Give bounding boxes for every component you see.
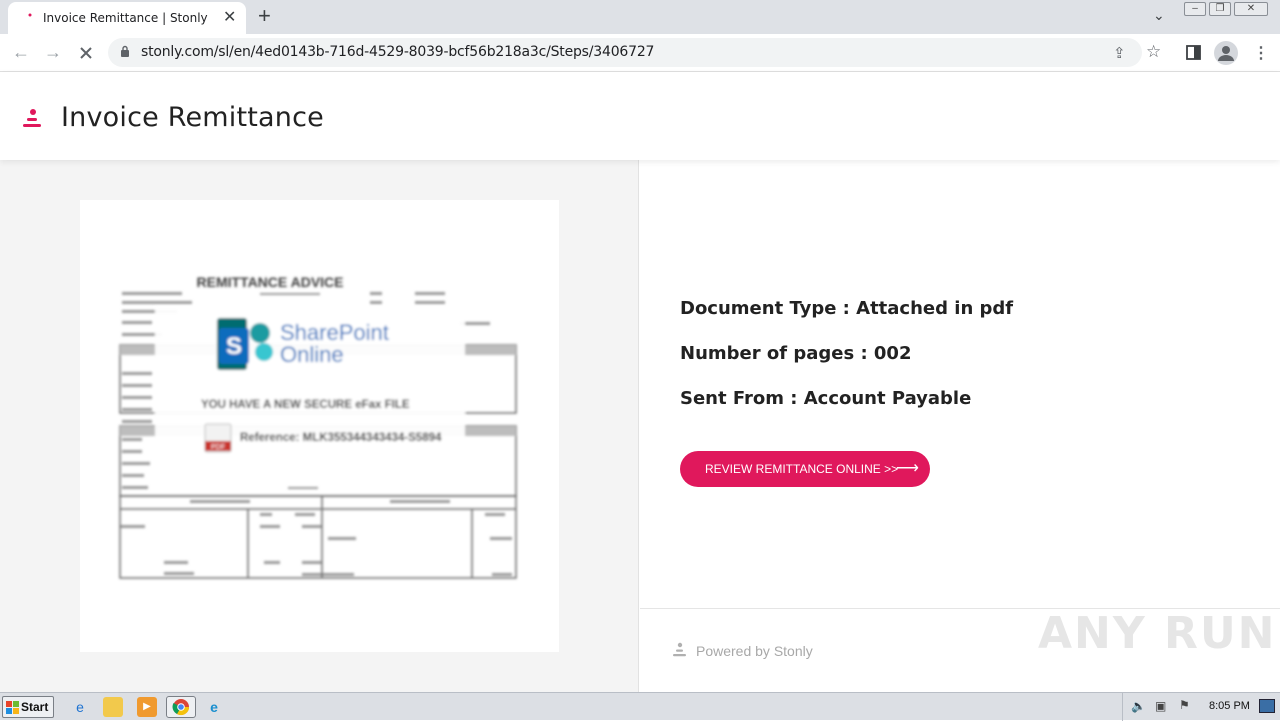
powered-by-link[interactable]: Powered by Stonly xyxy=(696,643,813,659)
file-explorer-icon[interactable] xyxy=(103,697,123,717)
document-preview-pane: REMITTANCE ADVICE S SharePoint Online YO… xyxy=(0,160,639,692)
chrome-icon xyxy=(172,699,190,716)
reference-text: Reference: MLK355344343434-S5894 xyxy=(240,432,442,444)
address-bar[interactable]: stonly.com/sl/en/4ed0143b-716d-4529-8039… xyxy=(108,38,1161,67)
network-icon[interactable]: ▣ xyxy=(1155,699,1166,713)
forward-arrow-icon[interactable]: → xyxy=(44,42,62,63)
speaker-icon[interactable]: 🔈 xyxy=(1131,699,1146,713)
bookmark-star-icon[interactable]: ☆ xyxy=(1146,42,1161,62)
page-title: Invoice Remittance xyxy=(61,102,324,133)
browser-toolbar: ← → stonly.com/sl/en/4ed0143b-716d-4529-… xyxy=(0,34,1280,72)
share-icon[interactable]: ⇪ xyxy=(1113,44,1126,62)
lock-icon xyxy=(121,45,129,57)
anyrun-watermark: ANY RUN xyxy=(1038,608,1277,659)
system-tray: 🔈 ▣ ⚑ xyxy=(1122,693,1280,721)
taskbar-clock[interactable]: 8:05 PM xyxy=(1209,700,1250,712)
stonly-favicon-icon xyxy=(28,13,32,17)
pdf-file-icon: PDF xyxy=(211,444,225,451)
browser-tab-strip: Invoice Remittance | Stonly ✕ + ⌄ – ❐ ✕ xyxy=(0,0,1280,34)
stop-loading-icon[interactable] xyxy=(77,44,95,62)
back-arrow-icon[interactable]: ← xyxy=(12,42,30,63)
browser-tab[interactable]: Invoice Remittance | Stonly ✕ xyxy=(8,2,246,34)
start-button[interactable]: Start xyxy=(2,696,54,718)
windows-logo-icon xyxy=(6,701,19,714)
action-center-flag-icon[interactable]: ⚑ xyxy=(1179,698,1190,712)
media-player-icon[interactable]: ▶ xyxy=(137,697,157,717)
windows-taskbar: Start e ▶ e 🔈 ▣ ⚑ 8:05 PM xyxy=(0,692,1280,721)
stonly-small-logo-icon xyxy=(673,642,686,657)
internet-explorer-icon[interactable]: e xyxy=(70,697,90,717)
page-header: Invoice Remittance xyxy=(0,72,1280,160)
profile-avatar-icon[interactable] xyxy=(1214,41,1238,65)
review-remittance-button[interactable]: REVIEW REMITTANCE ONLINE >> ⟶ xyxy=(680,451,930,487)
close-window-icon[interactable]: ✕ xyxy=(1234,2,1268,16)
review-remittance-label: REVIEW REMITTANCE ONLINE >> xyxy=(705,462,899,476)
minimize-window-icon[interactable]: – xyxy=(1184,2,1206,16)
close-tab-icon[interactable]: ✕ xyxy=(223,7,236,27)
side-panel-icon[interactable] xyxy=(1186,45,1201,60)
document-type-text: Document Type : Attached in pdf xyxy=(680,298,1014,319)
sent-from-text: Sent From : Account Payable xyxy=(680,388,972,409)
tab-search-chevron-icon[interactable]: ⌄ xyxy=(1153,7,1165,24)
svg-text:S: S xyxy=(226,333,242,360)
start-label: Start xyxy=(21,700,49,714)
edge-icon[interactable]: e xyxy=(204,697,224,717)
document-preview-image: REMITTANCE ADVICE S SharePoint Online YO… xyxy=(80,200,559,652)
arrow-right-icon: ⟶ xyxy=(896,460,919,477)
stonly-logo-icon xyxy=(23,109,41,127)
browser-menu-icon[interactable]: ⋮ xyxy=(1253,43,1269,63)
details-pane: Document Type : Attached in pdf Number o… xyxy=(640,160,1280,692)
remittance-advice-heading: REMITTANCE ADVICE xyxy=(197,274,344,290)
page-count-text: Number of pages : 002 xyxy=(680,343,912,364)
chrome-taskbar-button[interactable] xyxy=(166,696,196,718)
new-tab-icon[interactable]: + xyxy=(258,3,271,29)
url-text: stonly.com/sl/en/4ed0143b-716d-4529-8039… xyxy=(141,44,655,60)
online-label: Online xyxy=(280,342,344,367)
restore-window-icon[interactable]: ❐ xyxy=(1209,2,1231,16)
show-desktop-icon[interactable] xyxy=(1259,699,1275,713)
tab-title: Invoice Remittance | Stonly xyxy=(43,11,208,25)
efax-notice: YOU HAVE A NEW SECURE eFax FILE xyxy=(201,399,410,411)
